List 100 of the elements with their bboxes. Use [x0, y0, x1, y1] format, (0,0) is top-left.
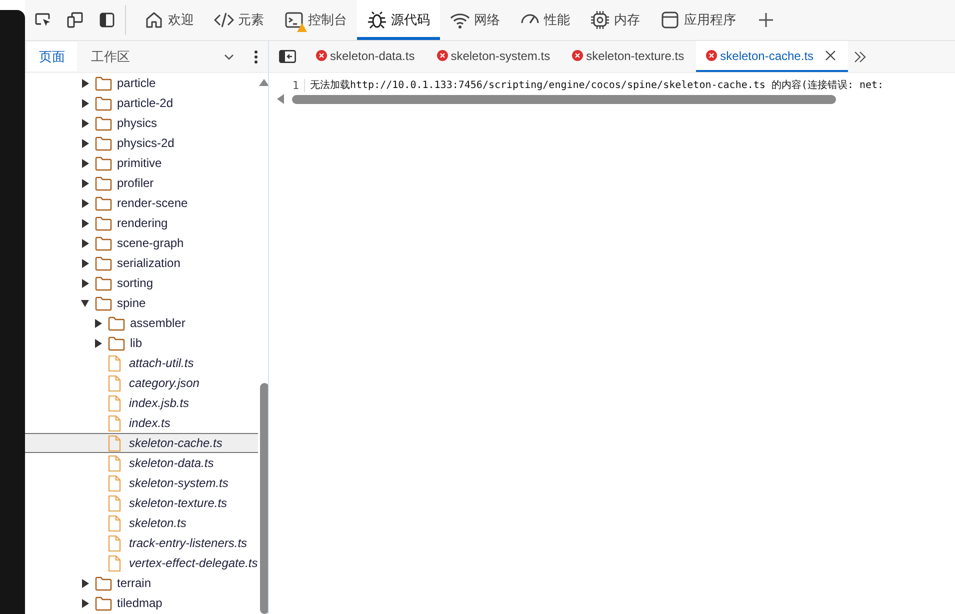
- tree-item[interactable]: render-scene: [25, 193, 258, 213]
- file-icon: [108, 494, 121, 512]
- file-icon: [108, 554, 121, 572]
- tree-item[interactable]: physics: [25, 113, 258, 133]
- file-icon: [108, 454, 121, 472]
- tree-item[interactable]: rendering: [25, 213, 258, 233]
- vertical-scrollbar[interactable]: [260, 383, 268, 614]
- tree-item[interactable]: scene-graph: [25, 233, 258, 253]
- tree-item[interactable]: spine: [25, 293, 258, 313]
- tree-item[interactable]: physics-2d: [25, 133, 258, 153]
- caret-right-icon: [81, 218, 89, 228]
- panel-tab[interactable]: 应用程序: [650, 0, 746, 40]
- tree-item[interactable]: particle-2d: [25, 93, 258, 113]
- tree-item[interactable]: tiledmap: [25, 593, 258, 613]
- tree-item[interactable]: skeleton-texture.ts: [25, 493, 258, 513]
- caret-right-icon: [81, 158, 89, 168]
- folder-icon: [95, 576, 112, 590]
- line-number: 1: [269, 78, 305, 92]
- memory-chip-icon: [590, 10, 610, 30]
- bug-icon: [367, 10, 387, 30]
- file-tab[interactable]: skeleton-system.ts: [426, 41, 562, 72]
- panel-tab[interactable]: 网络: [440, 0, 510, 40]
- caret-right-icon: [81, 138, 89, 148]
- chevron-down-icon[interactable]: [224, 54, 234, 60]
- folder-icon: [95, 76, 112, 90]
- file-tab[interactable]: skeleton-cache.ts: [696, 41, 848, 72]
- folder-name: sorting: [117, 276, 154, 290]
- scroll-left-icon[interactable]: [277, 94, 284, 104]
- tree-item[interactable]: skeleton-cache.ts: [25, 433, 258, 453]
- file-icon: [108, 374, 121, 392]
- file-tab-label: skeleton-system.ts: [450, 48, 550, 62]
- folder-icon: [95, 176, 112, 190]
- file-tab[interactable]: skeleton-texture.ts: [562, 41, 696, 72]
- file-name: track-entry-listeners.ts: [129, 536, 248, 550]
- tree-item[interactable]: primitive: [25, 153, 258, 173]
- file-name: index.ts: [129, 416, 170, 430]
- file-tab-label: skeleton-cache.ts: [720, 48, 814, 62]
- scroll-up-icon[interactable]: [259, 79, 268, 86]
- tree-item[interactable]: terrain: [25, 573, 258, 593]
- horizontal-scrollbar[interactable]: [292, 94, 836, 104]
- tree-item[interactable]: lib: [25, 333, 258, 353]
- folder-name: rendering: [117, 216, 168, 230]
- file-icon: [108, 514, 121, 532]
- folder-name: render-scene: [117, 196, 188, 210]
- tree-item[interactable]: category.json: [25, 373, 258, 393]
- tree-item[interactable]: track-entry-listeners.ts: [25, 533, 258, 553]
- more-tabs-icon[interactable]: [854, 50, 866, 62]
- caret-right-icon: [81, 598, 89, 608]
- tree-item[interactable]: index.jsb.ts: [25, 393, 258, 413]
- panel-tab[interactable]: 欢迎: [134, 0, 204, 40]
- panel-tab[interactable]: 源代码: [357, 0, 440, 40]
- folder-name: lib: [130, 336, 142, 350]
- caret-right-icon: [81, 198, 89, 208]
- tree-item[interactable]: skeleton-system.ts: [25, 473, 258, 493]
- file-tab[interactable]: skeleton-data.ts: [306, 41, 427, 72]
- folder-icon: [95, 256, 112, 270]
- tree-item[interactable]: particle: [25, 73, 258, 93]
- file-tab-label: skeleton-texture.ts: [586, 48, 684, 62]
- folder-icon: [108, 336, 125, 350]
- caret-right-icon: [81, 258, 89, 268]
- file-name: category.json: [129, 376, 200, 390]
- folder-name: primitive: [117, 156, 162, 170]
- tree-item[interactable]: profiler: [25, 173, 258, 193]
- folder-name: serialization: [117, 256, 180, 270]
- panel-tab[interactable]: 控制台: [274, 0, 357, 40]
- more-options-icon[interactable]: [254, 50, 258, 64]
- folder-icon: [95, 216, 112, 230]
- folder-icon: [95, 276, 112, 290]
- panel-tab[interactable]: 内存: [580, 0, 650, 40]
- file-icon: [108, 354, 121, 372]
- folder-name: terrain: [117, 576, 152, 590]
- file-icon: [108, 414, 121, 432]
- folder-name: particle: [117, 76, 156, 90]
- tree-item[interactable]: attach-util.ts: [25, 353, 258, 373]
- caret-down-icon: [81, 298, 89, 308]
- tree-item[interactable]: sorting: [25, 273, 258, 293]
- tree-item[interactable]: assembler: [25, 313, 258, 333]
- caret-right-icon: [81, 118, 89, 128]
- folder-name: spine: [117, 296, 146, 310]
- caret-right-icon: [81, 278, 89, 288]
- console-icon: [284, 10, 304, 30]
- tree-item[interactable]: vertex-effect-delegate.ts: [25, 553, 258, 573]
- tree-item[interactable]: skeleton.ts: [25, 513, 258, 533]
- folder-icon: [108, 316, 125, 330]
- folder-icon: [95, 156, 112, 170]
- toggle-sidebar-icon[interactable]: [279, 50, 296, 63]
- tree-item[interactable]: index.ts: [25, 413, 258, 433]
- sidebar-tab[interactable]: 工作区: [79, 42, 142, 71]
- panel-tab[interactable]: 元素: [204, 0, 274, 40]
- file-icon: [108, 474, 121, 492]
- file-name: skeleton-system.ts: [129, 476, 228, 490]
- file-name: skeleton-data.ts: [129, 456, 214, 470]
- tree-item[interactable]: skeleton-data.ts: [25, 453, 258, 473]
- folder-icon: [95, 96, 112, 110]
- tree-item[interactable]: serialization: [25, 253, 258, 273]
- panel-tab[interactable]: 性能: [510, 0, 580, 40]
- close-icon[interactable]: [824, 50, 836, 61]
- folder-name: assembler: [130, 316, 186, 330]
- sidebar-tab[interactable]: 页面: [27, 42, 77, 71]
- folder-icon: [95, 236, 112, 250]
